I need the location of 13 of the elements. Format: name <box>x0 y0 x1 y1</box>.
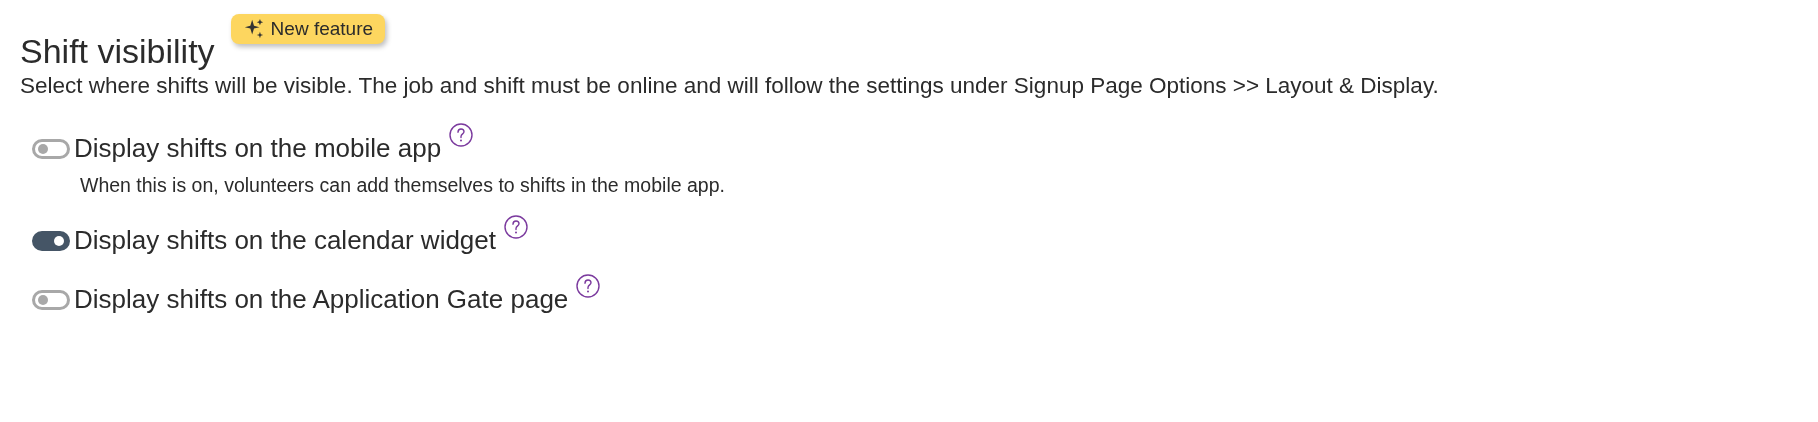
option-hint: When this is on, volunteers can add themselves to shifts in the mobile app. <box>80 174 726 197</box>
help-icon[interactable] <box>504 215 528 239</box>
option-label: Display shifts on the mobile app <box>74 133 442 164</box>
option-label: Display shifts on the Application Gate page <box>74 284 569 315</box>
toggle-switch[interactable] <box>32 138 70 159</box>
option-label: Display shifts on the calendar widget <box>74 225 496 256</box>
toggle-switch[interactable] <box>32 289 70 310</box>
section-title: Shift visibility <box>20 32 215 71</box>
help-icon[interactable] <box>576 274 601 298</box>
new-feature-badge: New feature <box>230 14 386 44</box>
section-description: Select where shifts will be visible. The job and shift must be online and will follow the settings under Signup Page Options >> Layout & Display. <box>20 73 1440 99</box>
toggle-switch[interactable] <box>32 230 70 251</box>
help-icon[interactable] <box>449 123 474 147</box>
